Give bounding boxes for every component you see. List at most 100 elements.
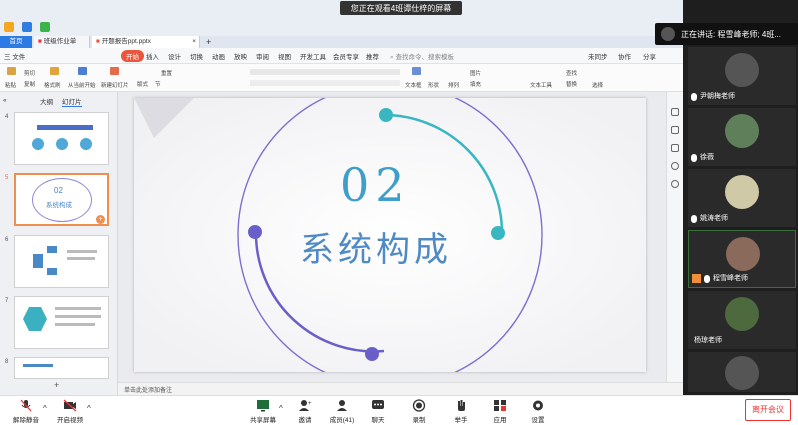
arrange-button[interactable]: 排列 xyxy=(448,81,459,89)
raise-hand-button[interactable]: 举手 xyxy=(441,396,481,425)
slide-thumbnail-8[interactable] xyxy=(14,357,109,379)
thumb-title-bar xyxy=(37,125,93,130)
chevron-up-icon[interactable]: ^ xyxy=(43,404,47,413)
tab-insert[interactable]: 插入 xyxy=(146,51,159,61)
chevron-up-icon[interactable]: ^ xyxy=(279,404,283,413)
style-icon[interactable] xyxy=(671,144,679,152)
layout-button[interactable]: 版式 xyxy=(137,80,148,88)
apps-button[interactable]: 应用 xyxy=(480,396,520,425)
host-icon xyxy=(692,274,701,283)
mute-label: 解除静音 xyxy=(13,417,39,424)
participant-tile-active[interactable]: 程雪峰老师 xyxy=(688,230,796,288)
invite-icon: + xyxy=(299,400,312,411)
screen-share-button[interactable]: 共享屏幕 xyxy=(243,396,283,425)
members-button[interactable]: 成员(41) xyxy=(322,396,362,425)
participant-tile[interactable]: 杨琼老师 xyxy=(688,291,796,349)
text-tool-button[interactable]: 文本工具 xyxy=(530,81,552,89)
paragraph-controls[interactable] xyxy=(250,80,400,86)
reset-button[interactable]: 重置 xyxy=(161,69,172,77)
tab-recommend[interactable]: 推荐 xyxy=(366,51,379,61)
invite-button[interactable]: + 邀请 xyxy=(285,396,325,425)
share-button[interactable]: 分享 xyxy=(643,51,656,61)
textbox-button[interactable]: 文本框 xyxy=(405,81,422,89)
slide-number: 6 xyxy=(5,237,9,243)
tab-slideshow[interactable]: 放映 xyxy=(234,51,247,61)
tab-outline[interactable]: 大纲 xyxy=(40,96,53,106)
avatar xyxy=(725,297,759,331)
settings-button[interactable]: 设置 xyxy=(518,396,558,425)
find-button[interactable]: 查找 xyxy=(566,69,577,77)
tab-start[interactable]: 开始 xyxy=(121,50,144,62)
slide-thumbnail-5[interactable]: 02 系统构成 + xyxy=(14,173,109,226)
shape-button[interactable]: 形状 xyxy=(428,81,439,89)
search-commands[interactable]: ⌕ 查找命令、搜索模板 xyxy=(390,51,454,62)
slide-thumbnail-7[interactable] xyxy=(14,296,109,349)
current-slide[interactable]: 02 系统构成 xyxy=(134,98,646,372)
tab-view[interactable]: 视图 xyxy=(278,51,291,61)
animation-icon[interactable] xyxy=(671,162,679,170)
cut-button[interactable]: 剪切 xyxy=(24,69,35,77)
video-button[interactable]: 开启视频 xyxy=(50,396,90,425)
tab-home[interactable]: 首页 xyxy=(0,36,32,48)
participant-tile[interactable] xyxy=(688,352,796,392)
unsynced-status[interactable]: 未同步 xyxy=(588,51,608,61)
participant-name: 姚涛老师 xyxy=(700,215,728,222)
wifi-icon xyxy=(4,22,14,32)
add-slide-icon[interactable]: + xyxy=(96,215,105,224)
record-button[interactable]: 录制 xyxy=(399,396,439,425)
tab-member[interactable]: 会员专享 xyxy=(333,51,359,61)
file-menu[interactable]: 三 文件 xyxy=(4,51,25,61)
fill-button[interactable]: 填充 xyxy=(470,80,481,88)
tab-developer[interactable]: 开发工具 xyxy=(300,51,326,61)
participant-tile[interactable]: 尹朝梅老师 xyxy=(688,47,796,105)
speaking-indicator: 正在讲话: 程雪峰老师; 4班... xyxy=(655,23,798,45)
slide-thumbnail-4[interactable] xyxy=(14,112,109,165)
properties-icon[interactable] xyxy=(671,108,679,116)
new-tab-icon[interactable]: + xyxy=(202,36,215,48)
paste-button[interactable]: 粘贴 xyxy=(5,81,16,89)
notes-placeholder[interactable]: 单击此处添加备注 xyxy=(124,385,172,394)
paste-icon[interactable] xyxy=(7,67,16,75)
chevron-up-icon[interactable]: ^ xyxy=(87,404,91,413)
font-controls[interactable] xyxy=(250,69,400,75)
leave-meeting-button[interactable]: 离开会议 xyxy=(745,399,791,421)
tab-proposal-ppt[interactable]: ■ 开题报告ppt.pptx × xyxy=(92,36,200,48)
copy-button[interactable]: 复制 xyxy=(24,80,35,88)
picture-button[interactable]: 图片 xyxy=(470,69,481,77)
tab-animation[interactable]: 动画 xyxy=(212,51,225,61)
close-tab-icon[interactable]: × xyxy=(192,36,196,48)
settings-icon[interactable] xyxy=(671,126,679,134)
tab-slides[interactable]: 幻灯片 xyxy=(62,96,82,107)
section-button[interactable]: 节 xyxy=(155,80,161,88)
textbox-icon[interactable] xyxy=(412,67,421,75)
slide-number: 8 xyxy=(5,359,9,365)
slide-number: 7 xyxy=(5,298,9,304)
tab-review[interactable]: 审阅 xyxy=(256,51,269,61)
thumb-circle xyxy=(32,138,44,150)
help-icon[interactable] xyxy=(671,180,679,188)
ribbon-toolbar: 粘贴 剪切 复制 格式刷 从当前开始 新建幻灯片 版式 节 重置 文本框 形状 … xyxy=(0,64,683,92)
collapse-icon[interactable]: « xyxy=(3,97,7,104)
collab-button[interactable]: 协作 xyxy=(618,51,631,61)
tab-design[interactable]: 设计 xyxy=(168,51,181,61)
mute-button[interactable]: 解除静音 xyxy=(6,396,46,425)
chat-button[interactable]: 聊天 xyxy=(358,396,398,425)
tab-class-homework[interactable]: ■ 班级作业单 xyxy=(34,36,90,48)
mic-icon xyxy=(704,275,710,283)
slide-thumbnail-6[interactable] xyxy=(14,235,109,288)
tab-transition[interactable]: 切换 xyxy=(190,51,203,61)
new-slide-button[interactable]: 新建幻灯片 xyxy=(101,81,129,89)
signal-icon xyxy=(40,22,50,32)
participant-tile[interactable]: 徐薇 xyxy=(688,108,796,166)
replace-button[interactable]: 替换 xyxy=(566,80,577,88)
from-current-button[interactable]: 从当前开始 xyxy=(68,81,96,89)
format-painter-icon[interactable] xyxy=(50,67,59,75)
participant-tile[interactable]: 姚涛老师 xyxy=(688,169,796,227)
new-slide-icon[interactable] xyxy=(110,67,119,75)
mic-icon xyxy=(691,154,697,162)
play-icon[interactable] xyxy=(78,67,87,75)
mic-icon xyxy=(691,215,697,223)
select-button[interactable]: 选择 xyxy=(592,81,603,89)
format-painter-button[interactable]: 格式刷 xyxy=(44,81,61,89)
add-slide-icon[interactable]: + xyxy=(54,380,59,390)
